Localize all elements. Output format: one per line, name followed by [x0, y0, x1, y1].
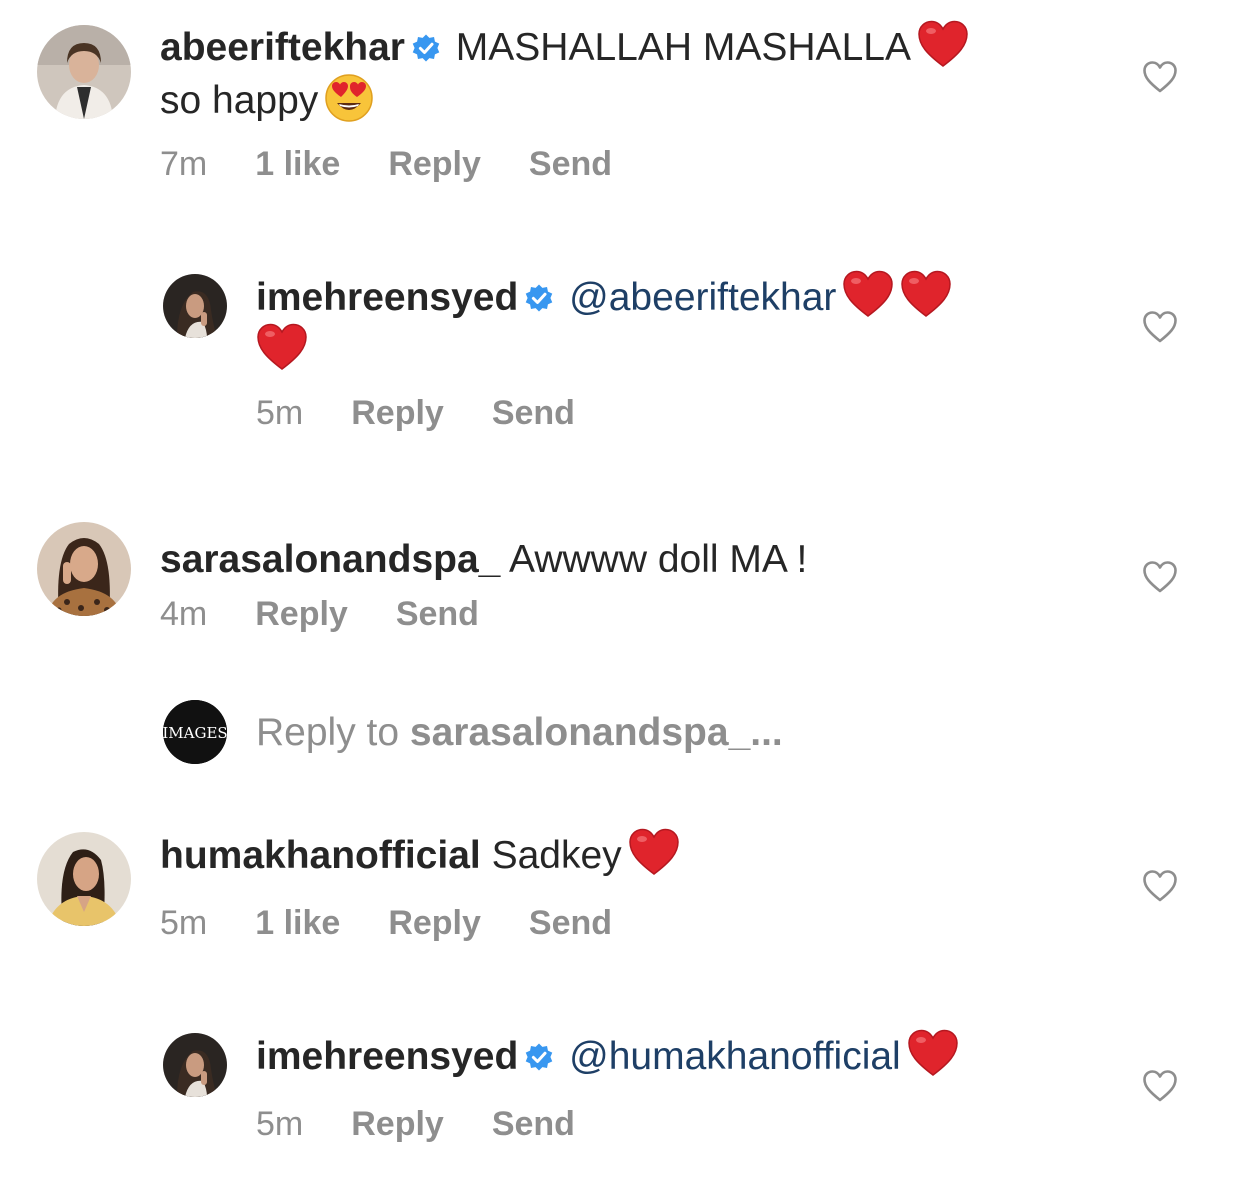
heart-outline-icon[interactable] — [1142, 310, 1178, 344]
comment-meta: 5m 1 like Reply Send — [160, 903, 660, 943]
avatar[interactable] — [163, 1033, 227, 1097]
timestamp: 5m — [256, 1105, 304, 1143]
reply-to-target: sarasalonandspa_... — [409, 711, 783, 754]
avatar[interactable] — [37, 25, 131, 119]
comment-sarasalonandspa: sarasalonandspa_ Awwww doll MA ! 4m Reply… — [0, 515, 1242, 655]
likes-count[interactable]: 1 like — [255, 145, 340, 183]
red-heart-emoji — [842, 270, 894, 318]
heart-eyes-emoji — [324, 73, 374, 123]
verified-badge-icon — [524, 283, 554, 313]
timestamp: 4m — [160, 595, 208, 633]
comment-body: imehreensyed @abeeriftekhar — [256, 270, 1112, 376]
reply-button[interactable]: Reply — [388, 904, 481, 942]
red-heart-emoji — [907, 1029, 959, 1077]
timestamp: 5m — [160, 904, 208, 942]
username[interactable]: sarasalonandspa_ — [160, 538, 500, 581]
reply-imehreensyed: imehreensyed @humakhanofficial 5m Reply Se… — [0, 1020, 1242, 1170]
red-heart-emoji — [917, 20, 969, 68]
comment-body: sarasalonandspa_ Awwww doll MA ! — [160, 535, 1112, 585]
timestamp: 5m — [256, 394, 304, 432]
comment-body: humakhanofficial Sadkey — [160, 828, 1112, 881]
comment-meta: 5m Reply Send — [256, 393, 623, 433]
comment-text-continued: so happy — [160, 79, 319, 122]
heart-outline-icon[interactable] — [1142, 560, 1178, 594]
reply-button[interactable]: Reply — [255, 595, 348, 633]
comment-text: Awwww doll MA ! — [509, 538, 808, 581]
mention-link[interactable]: @abeeriftekhar — [569, 276, 836, 319]
comment-body: imehreensyed @humakhanofficial — [256, 1029, 1112, 1082]
likes-count[interactable]: 1 like — [255, 904, 340, 942]
heart-outline-icon[interactable] — [1142, 869, 1178, 903]
images-logo-avatar: IMAGES — [163, 700, 227, 764]
send-button[interactable]: Send — [492, 1105, 575, 1143]
timestamp: 7m — [160, 145, 208, 183]
comment-abeeriftekhar: abeeriftekhar MASHALLAH MASHALLA so happ… — [0, 0, 1242, 200]
reply-to-input[interactable]: Reply to sarasalonandspa_... — [256, 708, 783, 758]
heart-outline-icon[interactable] — [1142, 60, 1178, 94]
send-button[interactable]: Send — [529, 904, 612, 942]
comment-text: MASHALLAH MASHALLA — [455, 26, 911, 69]
reply-to-prefix: Reply to — [256, 711, 400, 754]
comment-meta: 7m 1 like Reply Send — [160, 144, 660, 184]
red-heart-emoji — [900, 270, 952, 318]
send-button[interactable]: Send — [492, 394, 575, 432]
red-heart-emoji — [256, 323, 308, 371]
comment-meta: 4m Reply Send — [160, 594, 527, 634]
reply-button[interactable]: Reply — [351, 1105, 444, 1143]
red-heart-emoji — [628, 828, 680, 876]
verified-badge-icon — [524, 1042, 554, 1072]
reply-button[interactable]: Reply — [351, 394, 444, 432]
heart-outline-icon[interactable] — [1142, 1069, 1178, 1103]
avatar-logo-text: IMAGES — [163, 724, 227, 742]
comment-meta: 5m Reply Send — [256, 1104, 623, 1144]
avatar[interactable] — [37, 832, 131, 926]
username[interactable]: imehreensyed — [256, 276, 518, 319]
comment-body: abeeriftekhar MASHALLAH MASHALLA so happ… — [160, 20, 1112, 126]
mention-link[interactable]: @humakhanofficial — [569, 1035, 901, 1078]
reply-prompt[interactable]: IMAGES Reply to sarasalonandspa_... — [0, 695, 1242, 775]
avatar[interactable] — [163, 274, 227, 338]
username[interactable]: imehreensyed — [256, 1035, 518, 1078]
reply-button[interactable]: Reply — [388, 145, 481, 183]
comment-text: Sadkey — [491, 834, 622, 877]
comment-humakhanofficial: humakhanofficial Sadkey 5m 1 like Reply Sen… — [0, 825, 1242, 965]
verified-badge-icon — [411, 33, 441, 63]
username[interactable]: abeeriftekhar — [160, 26, 405, 69]
send-button[interactable]: Send — [529, 145, 612, 183]
send-button[interactable]: Send — [396, 595, 479, 633]
avatar[interactable] — [37, 522, 131, 616]
username[interactable]: humakhanofficial — [160, 834, 481, 877]
reply-imehreensyed: imehreensyed @abeeriftekhar 5m Reply Send — [0, 260, 1242, 460]
